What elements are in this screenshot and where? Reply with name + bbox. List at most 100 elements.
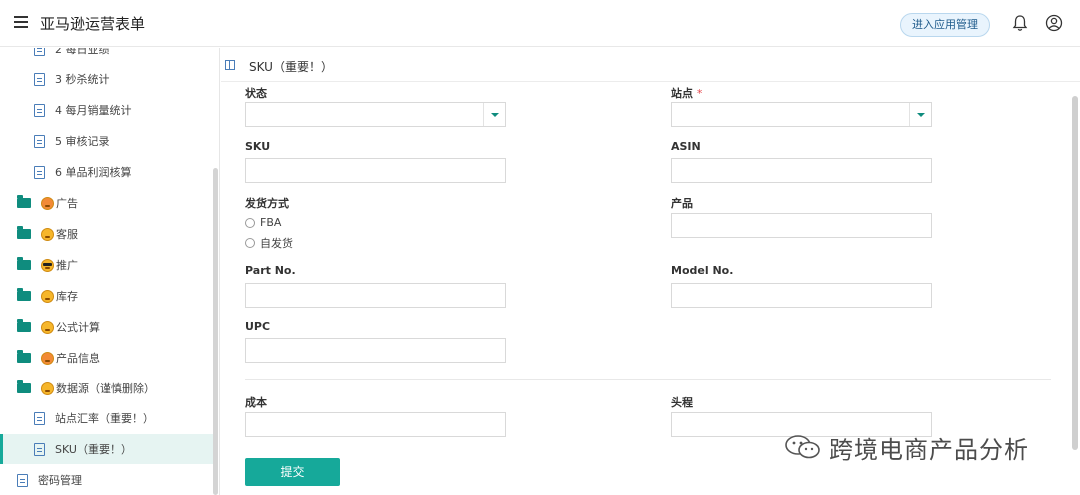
asin-label: ASIN	[671, 140, 701, 153]
form-panel: SKU（重要！） 状态 站点 * SKU ASIN 发货方式 FBA 自发货 产…	[221, 48, 1080, 495]
sidebar-item-label: 产品信息	[56, 352, 100, 365]
chevron-down-icon	[909, 103, 931, 126]
form-header: SKU（重要！）	[221, 48, 1080, 82]
sidebar-item-label: 2 每日业绩	[55, 48, 110, 56]
sku-label: SKU	[245, 140, 271, 153]
emoji-icon	[41, 351, 54, 365]
sidebar-item-sku[interactable]: SKU（重要！）	[0, 434, 213, 464]
sidebar-item-label: 4 每月销量统计	[55, 104, 132, 117]
folder-icon	[17, 350, 31, 363]
sidebar-item-password-manager[interactable]: 密码管理	[0, 465, 213, 495]
folder-icon	[17, 319, 31, 332]
form-scrollbar[interactable]	[1072, 96, 1078, 450]
watermark: 跨境电商产品分析	[783, 430, 1029, 464]
cost-input[interactable]	[245, 412, 506, 437]
sidebar-item-label: 6 单品利润核算	[55, 166, 132, 179]
radio-label: FBA	[260, 216, 282, 229]
radio-button[interactable]	[245, 217, 255, 228]
submit-button[interactable]: 提交	[245, 458, 340, 486]
sidebar-folder-data-source[interactable]: 数据源（谨慎删除）	[0, 373, 213, 403]
sidebar-item-label: 5 审核记录	[55, 135, 110, 148]
sidebar-item-label: 公式计算	[56, 321, 100, 334]
emoji-icon	[41, 196, 54, 210]
folder-icon	[17, 288, 31, 301]
manage-app-button[interactable]: 进入应用管理	[900, 13, 990, 37]
sidebar-item-label: 客服	[56, 228, 78, 241]
document-icon	[17, 473, 28, 487]
sidebar-item-label: 数据源（谨慎删除）	[56, 382, 155, 395]
sidebar-item-monthly-sales[interactable]: 4 每月销量统计	[0, 95, 213, 125]
folder-icon	[17, 195, 31, 208]
sidebar-item-label: SKU（重要！）	[55, 443, 132, 456]
site-label-text: 站点	[671, 87, 693, 100]
sidebar-nav: 2 每日业绩 3 秒杀统计 4 每月销量统计 5 审核记录 6 单品利润核算 广…	[0, 48, 220, 495]
sidebar-item-label: 广告	[56, 197, 78, 210]
document-icon	[34, 442, 45, 456]
document-icon	[34, 411, 45, 425]
sku-input[interactable]	[245, 158, 506, 183]
emoji-icon	[41, 289, 54, 303]
cost-label: 成本	[245, 396, 267, 409]
shipping-option-self[interactable]: 自发货	[245, 235, 293, 251]
sidebar-folder-promotion[interactable]: 推广	[0, 250, 213, 280]
sidebar-folder-customer-service[interactable]: 客服	[0, 219, 213, 249]
user-account-icon[interactable]	[1045, 14, 1063, 32]
sidebar-item-daily-performance[interactable]: 2 每日业绩	[0, 48, 213, 64]
site-label: 站点 *	[671, 85, 702, 101]
section-divider	[245, 379, 1051, 380]
first-leg-label: 头程	[671, 396, 693, 409]
document-icon	[34, 72, 45, 86]
watermark-text: 跨境电商产品分析	[829, 435, 1029, 464]
sidebar-scrollbar[interactable]	[213, 168, 218, 495]
form-title: SKU（重要！）	[249, 60, 333, 74]
sidebar-item-exchange-rate[interactable]: 站点汇率（重要！）	[0, 403, 213, 433]
sidebar-folder-inventory[interactable]: 库存	[0, 281, 213, 311]
sidebar-item-label: 站点汇率（重要！）	[55, 412, 154, 425]
site-select[interactable]	[671, 102, 932, 127]
folder-icon	[17, 380, 31, 393]
chevron-down-icon	[483, 103, 505, 126]
sidebar-item-review-records[interactable]: 5 审核记录	[0, 126, 213, 156]
sidebar-item-label: 推广	[56, 259, 78, 272]
sidebar-folder-ads[interactable]: 广告	[0, 188, 213, 218]
sidebar-item-label: 库存	[56, 290, 78, 303]
sidebar-item-flash-sale-stats[interactable]: 3 秒杀统计	[0, 64, 213, 94]
wechat-logo-icon	[785, 435, 820, 459]
upc-label: UPC	[245, 320, 271, 333]
status-select[interactable]	[245, 102, 506, 127]
sidebar-item-profit-calc[interactable]: 6 单品利润核算	[0, 157, 213, 187]
product-input[interactable]	[671, 213, 932, 238]
document-icon	[34, 103, 45, 117]
sidebar-folder-formula[interactable]: 公式计算	[0, 312, 213, 342]
model-no-label: Model No.	[671, 264, 734, 277]
radio-button[interactable]	[245, 238, 255, 248]
toggle-sidebar-icon[interactable]	[225, 60, 235, 70]
document-icon	[34, 134, 45, 148]
hamburger-menu-icon[interactable]	[14, 16, 28, 28]
document-icon	[34, 48, 45, 56]
document-icon	[34, 165, 45, 179]
radio-label: 自发货	[260, 237, 293, 250]
app-title: 亚马逊运营表单	[40, 15, 146, 33]
top-bar: 亚马逊运营表单 进入应用管理	[0, 0, 1080, 47]
part-no-input[interactable]	[245, 283, 506, 308]
folder-icon	[17, 257, 31, 270]
sunglasses-emoji-icon	[41, 258, 54, 272]
part-no-label: Part No.	[245, 264, 296, 277]
status-label: 状态	[245, 87, 267, 100]
folder-icon	[17, 226, 31, 239]
emoji-icon	[41, 381, 54, 395]
emoji-icon	[41, 320, 54, 334]
required-mark: *	[696, 87, 703, 100]
shipping-method-label: 发货方式	[245, 197, 289, 210]
bell-icon[interactable]	[1012, 14, 1028, 32]
upc-input[interactable]	[245, 338, 506, 363]
asin-input[interactable]	[671, 158, 932, 183]
model-no-input[interactable]	[671, 283, 932, 308]
sidebar-item-label: 3 秒杀统计	[55, 73, 110, 86]
sidebar-folder-product-info[interactable]: 产品信息	[0, 343, 213, 373]
product-label: 产品	[671, 197, 693, 210]
shipping-option-fba[interactable]: FBA	[245, 216, 281, 229]
sidebar-item-label: 密码管理	[38, 474, 82, 487]
emoji-icon	[41, 227, 54, 241]
